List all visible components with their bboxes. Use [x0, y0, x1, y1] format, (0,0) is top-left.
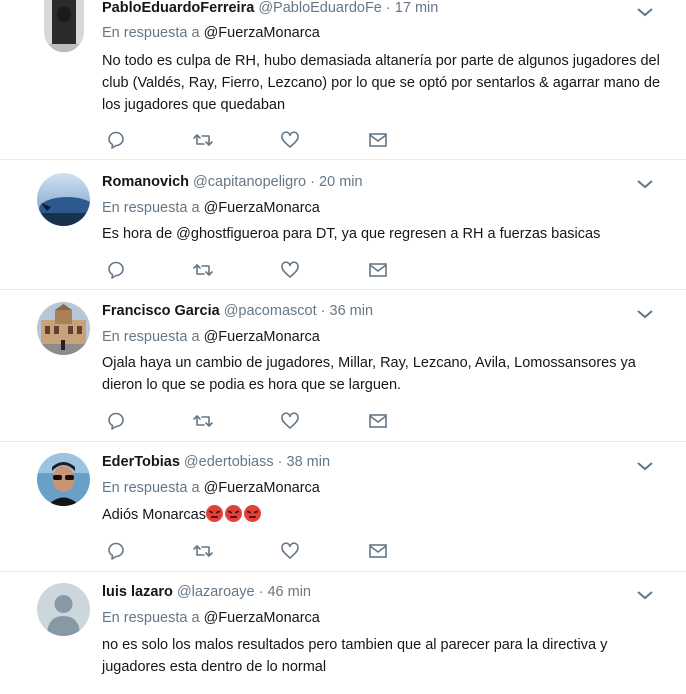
tweet-text: no es solo los malos resultados pero tam…: [102, 637, 608, 675]
reply-feed: PabloEduardoFerreira @PabloEduardoFe · 1…: [0, 0, 686, 694]
envelope-icon[interactable]: [367, 410, 389, 432]
avatar[interactable]: [37, 583, 90, 636]
tweet-actions: [102, 540, 402, 562]
reply-icon[interactable]: [105, 129, 127, 151]
separator-dot: ·: [310, 174, 315, 190]
tweet-text: No todo es culpa de RH, hubo demasiada a…: [102, 53, 661, 113]
tweet-text: Adiós Monarcas: [102, 507, 206, 523]
tweet-timestamp[interactable]: 20 min: [319, 174, 363, 190]
envelope-icon[interactable]: [367, 540, 389, 562]
reply-icon[interactable]: [105, 540, 127, 562]
reply-to-mention[interactable]: @FuerzaMonarca: [204, 200, 320, 216]
user-fullname[interactable]: EderTobias: [102, 454, 180, 470]
tweet-text: Ojala haya un cambio de jugadores, Milla…: [102, 355, 636, 393]
tweet-text-container: Adiós Monarcas: [102, 504, 662, 526]
user-handle[interactable]: @lazaroaye: [177, 584, 255, 600]
reply-context-label: En respuesta a: [102, 200, 200, 216]
reply-icon[interactable]: [105, 410, 127, 432]
chevron-down-icon[interactable]: [636, 588, 654, 600]
envelope-icon[interactable]: [367, 259, 389, 281]
avatar[interactable]: [37, 453, 90, 506]
tweet-timestamp[interactable]: 38 min: [287, 454, 331, 470]
retweet-icon[interactable]: [192, 540, 214, 562]
heart-icon[interactable]: [279, 129, 301, 151]
retweet-icon[interactable]: [192, 410, 214, 432]
avatar-image: [37, 302, 90, 355]
tweet-timestamp[interactable]: 46 min: [267, 584, 311, 600]
angry-face-icon: [224, 505, 242, 522]
reply-context-label: En respuesta a: [102, 329, 200, 345]
separator-dot: ·: [277, 454, 283, 470]
reply-to-mention[interactable]: @FuerzaMonarca: [204, 25, 320, 41]
user-fullname[interactable]: Francisco Garcia: [102, 303, 220, 319]
reply-context-label: En respuesta a: [102, 480, 200, 496]
reply-context-label: En respuesta a: [102, 610, 200, 626]
reply-context: En respuesta a @FuerzaMonarca: [102, 23, 320, 43]
tweet-header: luis lazaro @lazaroaye · 46 min: [102, 582, 311, 602]
chevron-down-icon[interactable]: [636, 307, 654, 319]
envelope-icon[interactable]: [367, 129, 389, 151]
tweet-header: EderTobias @edertobiass · 38 min: [102, 452, 330, 472]
reply-to-mention[interactable]: @FuerzaMonarca: [204, 610, 320, 626]
tweet-actions: [102, 259, 402, 281]
tweet[interactable]: EderTobias @edertobiass · 38 min En resp…: [0, 442, 686, 572]
tweet-timestamp[interactable]: 36 min: [330, 303, 374, 319]
reply-to-mention[interactable]: @FuerzaMonarca: [204, 480, 320, 496]
separator-dot: ·: [258, 584, 264, 600]
user-handle[interactable]: @PabloEduardoFe: [258, 0, 382, 16]
user-handle[interactable]: @pacomascot: [224, 303, 317, 319]
avatar-image: [44, 0, 84, 52]
heart-icon[interactable]: [279, 410, 301, 432]
heart-icon[interactable]: [279, 540, 301, 562]
tweet[interactable]: Romanovich @capitanopeligro · 20 min En …: [0, 160, 686, 290]
tweet[interactable]: PabloEduardoFerreira @PabloEduardoFe · 1…: [0, 0, 686, 160]
tweet-header: PabloEduardoFerreira @PabloEduardoFe · 1…: [102, 0, 438, 18]
tweet-header: Romanovich @capitanopeligro · 20 min: [102, 172, 363, 192]
avatar-image: [37, 173, 90, 226]
tweet-header: Francisco Garcia @pacomascot · 36 min: [102, 301, 373, 321]
tweet[interactable]: luis lazaro @lazaroaye · 46 min En respu…: [0, 572, 686, 694]
reply-context: En respuesta a @FuerzaMonarca: [102, 327, 320, 347]
avatar-image: [37, 583, 90, 636]
reply-context: En respuesta a @FuerzaMonarca: [102, 608, 320, 628]
tweet-timestamp[interactable]: 17 min: [395, 0, 439, 16]
user-fullname[interactable]: Romanovich: [102, 174, 189, 190]
avatar-image: [37, 453, 90, 506]
angry-face-icon: [205, 505, 223, 522]
chevron-down-icon[interactable]: [636, 5, 654, 17]
separator-dot: ·: [320, 303, 326, 319]
angry-face-icon: [243, 505, 261, 522]
tweet[interactable]: Francisco Garcia @pacomascot · 36 min En…: [0, 290, 686, 442]
tweet-actions: [102, 410, 402, 432]
reply-icon[interactable]: [105, 259, 127, 281]
reply-context-label: En respuesta a: [102, 25, 200, 41]
chevron-down-icon[interactable]: [636, 459, 654, 471]
user-fullname[interactable]: PabloEduardoFerreira: [102, 0, 254, 16]
heart-icon[interactable]: [279, 259, 301, 281]
avatar[interactable]: [44, 0, 84, 52]
avatar[interactable]: [37, 173, 90, 226]
user-fullname[interactable]: luis lazaro: [102, 584, 173, 600]
separator-dot: ·: [385, 0, 391, 16]
reply-to-mention[interactable]: @FuerzaMonarca: [204, 329, 320, 345]
avatar[interactable]: [37, 302, 90, 355]
chevron-down-icon[interactable]: [636, 177, 654, 189]
retweet-icon[interactable]: [192, 129, 214, 151]
tweet-actions: [102, 129, 402, 151]
tweet-text: Es hora de @ghostfigueroa para DT, ya qu…: [102, 226, 601, 242]
reply-context: En respuesta a @FuerzaMonarca: [102, 478, 320, 498]
user-handle[interactable]: @edertobiass: [184, 454, 274, 470]
reply-context: En respuesta a @FuerzaMonarca: [102, 198, 320, 218]
retweet-icon[interactable]: [192, 259, 214, 281]
user-handle[interactable]: @capitanopeligro: [193, 174, 306, 190]
